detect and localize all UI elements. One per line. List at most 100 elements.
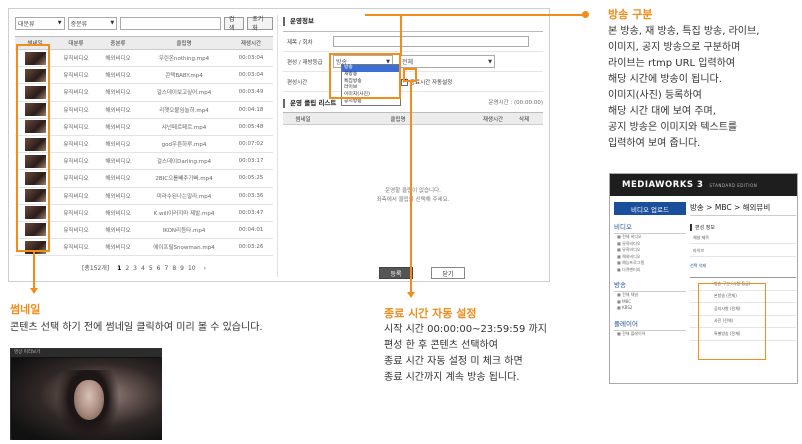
- category1-select[interactable]: 대분류 ▼: [15, 16, 65, 30]
- row-category1: 뮤직비디오: [55, 49, 97, 68]
- leader-auto-arrow: [407, 292, 415, 298]
- mw-section-playlist: 플레이어: [614, 318, 686, 331]
- row-category2: 해외비디오: [97, 49, 139, 68]
- reset-button[interactable]: 초기화: [247, 16, 273, 32]
- pagination-total: [총152개]: [82, 265, 110, 273]
- row-clip-name[interactable]: 샤넌페르페르.mp4: [139, 118, 229, 136]
- page-link[interactable]: 4: [141, 265, 145, 272]
- mw-tab-delete[interactable]: 선택 삭제: [690, 263, 796, 269]
- table-row[interactable]: 뮤직비디오 해외비디오 샤넌페르페르.mp4 00:05:48: [15, 118, 273, 136]
- table-row[interactable]: 뮤직비디오 해외비디오 콘택BABY.mp4 00:03:04: [15, 66, 273, 85]
- table-row[interactable]: 뮤직비디오 해외비디오 걸스데이Darling.mp4 00:03:17: [15, 152, 273, 171]
- row-clip-name[interactable]: 에이프릴Snowman.mp4: [139, 238, 229, 257]
- row-clip-name[interactable]: 걸스데이보고싶어.mp4: [139, 83, 229, 102]
- row-clip-name[interactable]: IKON리듬타.mp4: [139, 221, 229, 240]
- callout-auto-body: 시작 시간 00:00:00~23:59:59 까지 편성 한 후 콘텐츠 선택…: [384, 324, 547, 383]
- page-link[interactable]: 7: [164, 265, 168, 272]
- page-link[interactable]: 9: [180, 265, 184, 272]
- form-box: 제목 / 회차 편성 / 재방등급 방송▼ 전체▼ 편성시간 종료시간 자동설정: [283, 31, 543, 92]
- col-category2: 중분류: [97, 36, 139, 50]
- table-row[interactable]: 뮤직비디오 해외비디오 2BIC으를빼주기뻐.mp4 00:05:25: [15, 169, 273, 188]
- scheduler-window: 대분류 ▼ 중분류 ▼ 검색 초기화 썸네일 대분류 중분류 클립명 재생시간 뮤직…: [8, 8, 550, 282]
- form-actions: 등록 닫기: [379, 267, 465, 279]
- mw-sidebar: 비디오 업로드 비디오 전체 비디오뮤직비디오뮤직비디오해외비디오예능프로그램다…: [614, 202, 686, 337]
- preview-face: [74, 380, 104, 420]
- leader-type-h: [365, 14, 585, 16]
- page-link[interactable]: 6: [157, 265, 161, 272]
- row-clip-name[interactable]: 2BIC으를빼주기뻐.mp4: [139, 169, 229, 188]
- row-clip-name[interactable]: 걸스데이Darling.mp4: [139, 152, 229, 171]
- table-row[interactable]: 뮤직비디오 해외비디오 에이프릴Snowman.mp4 00:03:26: [15, 238, 273, 257]
- chevron-down-icon: ▼: [57, 20, 62, 26]
- row-category1: 뮤직비디오: [55, 101, 97, 119]
- leader-auto: [410, 82, 412, 292]
- time-label: 편성시간: [287, 79, 308, 86]
- table-row[interactable]: 뮤직비디오 해외비디오 미라수된나는말라.mp4 00:03:36: [15, 187, 273, 205]
- callout-type-title: 방송 구분: [608, 8, 653, 21]
- row-clip-name[interactable]: god우른하루.mp4: [139, 135, 229, 154]
- table-row[interactable]: 뮤직비디오 해외비디오 우린온nothing.mp4 00:03:04: [15, 49, 273, 68]
- row-category1: 뮤직비디오: [55, 204, 97, 222]
- video-preview[interactable]: 영상 미리보기: [10, 348, 162, 440]
- row-category2: 해외비디오: [97, 221, 139, 240]
- row-clip-name[interactable]: 미라수된나는말라.mp4: [139, 187, 229, 205]
- row-category2: 해외비디오: [97, 204, 139, 222]
- category2-select[interactable]: 중분류 ▼: [67, 16, 118, 30]
- table-row[interactable]: 뮤직비디오 해외비디오 IKON리듬타.mp4 00:04:01: [15, 221, 273, 240]
- page-link[interactable]: 10: [188, 265, 196, 272]
- row-clip-name[interactable]: K.will이러지마 제발.mp4: [139, 204, 229, 222]
- mw-upload-button[interactable]: 비디오 업로드: [614, 202, 686, 215]
- table-row[interactable]: 뮤직비디오 해외비디오 걸스데이보고싶어.mp4 00:03:49: [15, 83, 273, 102]
- clip-list-title: 운영 클립 리스트: [290, 99, 337, 107]
- clip-browser-panel: 대분류 ▼ 중분류 ▼ 검색 초기화 썸네일 대분류 중분류 클립명 재생시간 뮤직…: [15, 15, 273, 277]
- row-category2: 해외비디오: [97, 118, 139, 136]
- row-duration: 00:04:01: [229, 221, 273, 240]
- close-button[interactable]: 닫기: [431, 267, 465, 279]
- page-link[interactable]: 1: [117, 265, 121, 272]
- search-button[interactable]: 검색: [223, 16, 245, 32]
- dropdown-option[interactable]: 공지방송: [342, 99, 400, 106]
- row-category1: 뮤직비디오: [55, 169, 97, 188]
- row-duration: 00:03:49: [229, 83, 273, 102]
- table-row[interactable]: 뮤직비디오 해외비디오 리햇오붙임늘하.mp4 00:04:18: [15, 101, 273, 119]
- title-input[interactable]: [333, 36, 529, 47]
- page-link[interactable]: 2: [125, 265, 129, 272]
- chevron-down-icon: ▼: [110, 20, 115, 26]
- form-title: 운영정보: [283, 17, 543, 26]
- page-link[interactable]: 3: [133, 265, 137, 272]
- row-category2: 해외비디오: [97, 101, 139, 119]
- row-category1: 뮤직비디오: [55, 238, 97, 257]
- table-row[interactable]: 뮤직비디오 해외비디오 K.will이러지마 제발.mp4 00:03:47: [15, 204, 273, 222]
- list-col-name: 클립명: [390, 116, 406, 123]
- row-category1: 뮤직비디오: [55, 221, 97, 240]
- row-clip-name[interactable]: 리햇오붙임늘하.mp4: [139, 101, 229, 119]
- mw-row-title: 채널 제목: [690, 231, 796, 244]
- row-duration: 00:03:47: [229, 204, 273, 222]
- row-category1: 뮤직비디오: [55, 152, 97, 171]
- mw-sidebar-item[interactable]: 전체 플레이어: [614, 331, 686, 338]
- leader-type-dot: [582, 11, 589, 18]
- row-clip-name[interactable]: 우린온nothing.mp4: [139, 49, 229, 68]
- mw-sidebar-item[interactable]: KBS2: [614, 305, 686, 312]
- category2-value: 중분류: [70, 20, 88, 28]
- panel-divider: [277, 15, 278, 277]
- col-duration: 재생시간: [229, 36, 273, 50]
- register-button[interactable]: 등록: [379, 267, 413, 279]
- grade-select[interactable]: 전체 ▼: [399, 55, 495, 68]
- pagination: [총152개] 1 2 3 4 5 6 7 8 9 10 ›: [15, 263, 273, 272]
- auto-end-highlight: [403, 68, 417, 82]
- filter-bar: 대분류 ▼ 중분류 ▼ 검색 초기화: [15, 15, 273, 32]
- page-link[interactable]: 5: [149, 265, 153, 272]
- page-link[interactable]: 8: [172, 265, 176, 272]
- mw-sidebar-item[interactable]: 다큐멘터리: [614, 267, 686, 274]
- table-row[interactable]: 뮤직비디오 해외비디오 god우른하루.mp4 00:07:02: [15, 135, 273, 154]
- row-duration: 00:03:26: [229, 238, 273, 257]
- clip-table-header: 썸네일 대분류 중분류 클립명 재생시간: [15, 36, 273, 50]
- row-clip-name[interactable]: 콘택BABY.mp4: [139, 66, 229, 85]
- search-input[interactable]: [120, 16, 221, 30]
- mediaworks-inset: MEDIAWORKS 3 STANDARD EDITION 비디오 업로드 비디…: [609, 173, 798, 384]
- next-page-button[interactable]: ›: [204, 265, 206, 272]
- leader-thumb-arrow: [30, 288, 38, 294]
- preview-frame: [12, 358, 162, 440]
- leader-thumb: [33, 252, 35, 288]
